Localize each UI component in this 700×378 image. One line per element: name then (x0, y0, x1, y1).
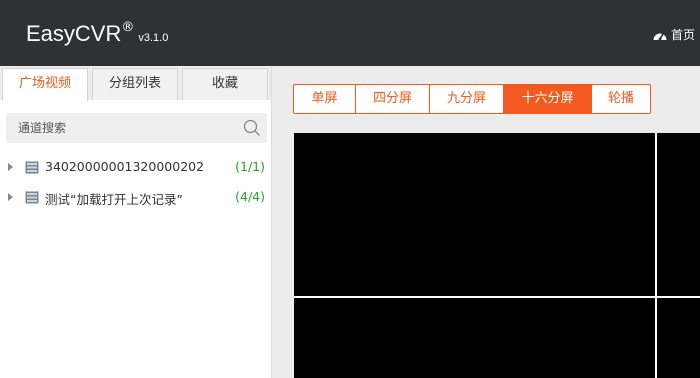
nav-home-link[interactable]: 首页 (652, 26, 695, 43)
top-header: EasyCVR®v3.1.0 首页 (0, 0, 700, 66)
tab-favorites[interactable]: 收藏 (182, 68, 268, 100)
expand-caret-icon[interactable] (8, 193, 13, 201)
tree-item-count: (1/1) (235, 159, 265, 174)
nav-home-label: 首页 (671, 28, 696, 42)
split-four-button[interactable]: 四分屏 (355, 85, 429, 113)
carousel-button[interactable]: 轮播 (591, 85, 650, 113)
tab-group-list[interactable]: 分组列表 (92, 68, 178, 100)
tree-item-count: (4/4) (235, 189, 265, 204)
video-cell[interactable] (294, 298, 655, 378)
split-single-button[interactable]: 单屏 (294, 85, 355, 113)
sidebar-divider (271, 66, 272, 378)
search-icon[interactable] (243, 119, 261, 137)
dashboard-icon (653, 33, 667, 40)
video-cell[interactable] (657, 298, 700, 378)
expand-caret-icon[interactable] (8, 163, 13, 171)
brand-registered-mark: ® (121, 20, 135, 35)
device-icon (25, 191, 39, 204)
split-nine-button[interactable]: 九分屏 (429, 85, 503, 113)
sidebar-tabs: 广场视频 分组列表 收藏 (0, 66, 271, 101)
device-icon (25, 161, 39, 174)
split-sixteen-button[interactable]: 十六分屏 (503, 85, 591, 113)
brand-name: EasyCVR (26, 21, 122, 46)
video-grid (294, 133, 700, 378)
sidebar: 广场视频 分组列表 收藏 通道搜索 34020000001320000202 (… (0, 66, 271, 378)
channel-search-input[interactable]: 通道搜索 (6, 113, 267, 143)
split-mode-selector: 单屏 四分屏 九分屏 十六分屏 轮播 (293, 84, 651, 114)
tab-square-video[interactable]: 广场视频 (2, 68, 88, 101)
tree-item-device[interactable]: 34020000001320000202 (1/1) (0, 157, 271, 179)
video-cell[interactable] (294, 133, 655, 296)
brand-version: v3.1.0 (138, 32, 169, 44)
brand-logo[interactable]: EasyCVR®v3.1.0 (26, 20, 168, 47)
tree-item-label: 34020000001320000202 (45, 159, 205, 174)
tree-item-device[interactable]: 测试“加载打开上次记录” (4/4) (0, 187, 271, 209)
tree-item-label: 测试“加载打开上次记录” (45, 192, 183, 207)
search-placeholder: 通道搜索 (18, 121, 67, 135)
video-cell[interactable] (657, 133, 700, 296)
